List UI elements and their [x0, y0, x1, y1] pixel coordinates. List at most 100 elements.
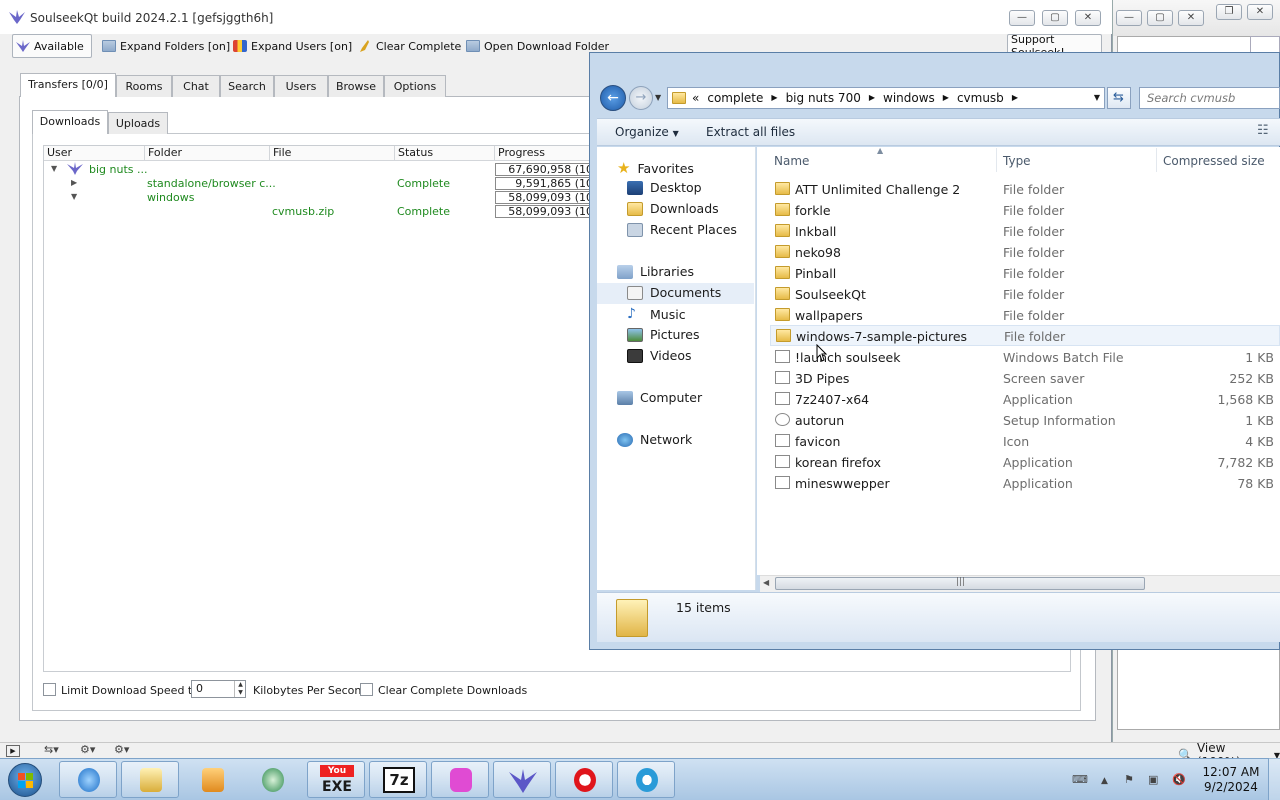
file-row-inkball[interactable]: Inkball File folder — [770, 221, 1280, 242]
settings-icon[interactable]: ⚙▾ — [114, 743, 129, 756]
show-hidden-icons-icon[interactable]: ▲ — [1101, 776, 1108, 786]
refresh-button[interactable]: ⇆ — [1107, 87, 1131, 109]
back-button[interactable]: ← — [600, 85, 626, 111]
breadcrumb-windows[interactable]: windows — [883, 91, 935, 105]
file-row-soulseekqt[interactable]: SoulseekQt File folder — [770, 284, 1280, 305]
column-header-folder[interactable]: Folder — [145, 146, 270, 161]
taskbar-youtube-exe[interactable]: You EXE — [307, 761, 365, 798]
breadcrumb-cvmusb[interactable]: cvmusb — [957, 91, 1004, 105]
nav-downloads[interactable]: Downloads — [627, 201, 719, 216]
transfer-user[interactable]: big nuts ... — [89, 163, 148, 176]
nav-favorites[interactable]: ★ Favorites — [617, 159, 694, 177]
subtab-uploads[interactable]: Uploads — [108, 112, 168, 134]
tab-users[interactable]: Users — [274, 75, 328, 97]
file-row-launch-soulseek[interactable]: !launch soulseek Windows Batch File 1 KB — [770, 347, 1280, 368]
transfer-folder[interactable]: windows — [147, 191, 194, 204]
bg-minimize-button[interactable]: — — [1116, 10, 1142, 26]
history-dropdown-icon[interactable]: ▼ — [655, 93, 661, 102]
tab-rooms[interactable]: Rooms — [116, 75, 172, 97]
clock[interactable]: 12:07 AM 9/2/2024 — [1196, 765, 1266, 797]
share-icon[interactable]: ⇆▾ — [44, 743, 59, 756]
file-row-windows-7-sample-pictures[interactable]: windows-7-sample-pictures File folder — [770, 325, 1280, 346]
expand-arrow-icon[interactable]: ▶ — [71, 178, 77, 187]
start-button[interactable] — [2, 760, 48, 800]
forward-button[interactable]: → — [629, 86, 653, 110]
file-row-att-unlimited[interactable]: ATT Unlimited Challenge 2 File folder — [770, 179, 1280, 200]
taskbar-neko[interactable] — [431, 761, 489, 798]
search-input[interactable]: Search cvmusb — [1139, 87, 1280, 109]
network-icon[interactable]: ⚙▾ — [80, 743, 95, 756]
close-button[interactable]: ✕ — [1075, 10, 1101, 26]
taskbar-explorer[interactable] — [121, 761, 179, 798]
collapse-arrow-icon[interactable]: ▼ — [51, 164, 57, 173]
nav-pictures[interactable]: Pictures — [627, 327, 700, 342]
file-row-wallpapers[interactable]: wallpapers File folder — [770, 305, 1280, 326]
bg-close-button[interactable]: ✕ — [1178, 10, 1204, 26]
breadcrumb-overflow[interactable]: « — [692, 91, 699, 105]
breadcrumb-separator-icon[interactable]: ▶ — [771, 91, 777, 105]
minimize-button[interactable]: — — [1009, 10, 1035, 26]
column-header-user[interactable]: User — [44, 146, 145, 161]
clear-complete-button[interactable]: Clear Complete — [355, 34, 464, 58]
nav-recent-places[interactable]: Recent Places — [627, 222, 737, 237]
show-desktop-button[interactable] — [1268, 758, 1280, 800]
file-row-favicon[interactable]: favicon Icon 4 KB — [770, 431, 1280, 452]
file-row-7z2407[interactable]: 7z2407-x64 Application 1,568 KB — [770, 389, 1280, 410]
nav-documents[interactable]: Documents — [627, 285, 721, 300]
clear-complete-downloads-checkbox[interactable] — [360, 683, 373, 696]
address-bar[interactable]: « complete ▶ big nuts 700 ▶ windows ▶ cvmus… — [667, 87, 1105, 109]
taskbar-app[interactable] — [617, 761, 675, 798]
bg2-close-button[interactable]: ✕ — [1247, 4, 1273, 20]
transfer-folder[interactable]: standalone/browser c... — [147, 177, 276, 190]
subtab-downloads[interactable]: Downloads — [32, 110, 108, 134]
taskbar-7zip[interactable]: 7z — [369, 761, 427, 798]
column-header-file[interactable]: File — [270, 146, 395, 161]
available-button[interactable]: Available — [12, 34, 92, 58]
breadcrumb-big-nuts[interactable]: big nuts 700 — [786, 91, 861, 105]
expand-users-button[interactable]: Expand Users [on] — [230, 34, 355, 58]
breadcrumb-separator-icon[interactable]: ▶ — [943, 91, 949, 105]
column-separator[interactable] — [1156, 148, 1157, 172]
nav-videos[interactable]: Videos — [627, 348, 692, 363]
tab-transfers[interactable]: Transfers [0/0] — [20, 73, 116, 97]
nav-libraries[interactable]: Libraries — [617, 264, 694, 279]
file-row-neko98[interactable]: neko98 File folder — [770, 242, 1280, 263]
file-row-forkle[interactable]: forkle File folder — [770, 200, 1280, 221]
collapse-arrow-icon[interactable]: ▼ — [71, 192, 77, 201]
network-tray-icon[interactable]: ▣ — [1148, 773, 1158, 786]
bg2-restore-button[interactable]: ❐ — [1216, 4, 1242, 20]
scroll-left-icon[interactable]: ◀ — [763, 578, 769, 587]
transfer-file[interactable]: cvmusb.zip — [272, 205, 334, 218]
file-row-3d-pipes[interactable]: 3D Pipes Screen saver 252 KB — [770, 368, 1280, 389]
action-center-flag-icon[interactable]: ⚑ — [1124, 773, 1134, 786]
expand-folders-button[interactable]: Expand Folders [on] — [99, 34, 233, 58]
limit-speed-checkbox[interactable] — [43, 683, 56, 696]
bg-maximize-button[interactable]: ▢ — [1147, 10, 1173, 26]
taskbar-opera[interactable] — [555, 761, 613, 798]
organize-button[interactable]: Organize ▼ — [615, 125, 679, 139]
taskbar-soulseek[interactable] — [493, 761, 551, 798]
taskbar-internet-explorer[interactable] — [59, 761, 117, 798]
nav-network[interactable]: Network — [617, 432, 692, 447]
file-row-korean-firefox[interactable]: korean firefox Application 7,782 KB — [770, 452, 1280, 473]
maximize-button[interactable]: ▢ — [1042, 10, 1068, 26]
scrollbar-thumb[interactable]: ||| — [775, 577, 1145, 590]
tab-search[interactable]: Search — [220, 75, 274, 97]
play-icon[interactable]: ▶ — [6, 745, 20, 757]
nav-computer[interactable]: Computer — [617, 390, 702, 405]
breadcrumb-separator-icon[interactable]: ▶ — [869, 91, 875, 105]
nav-desktop[interactable]: Desktop — [627, 180, 702, 195]
speed-spinner[interactable]: ▲ ▼ — [234, 681, 246, 697]
tab-browse[interactable]: Browse — [328, 75, 384, 97]
view-options-icon[interactable]: ☷ — [1257, 123, 1269, 138]
column-header-type[interactable]: Type — [1003, 154, 1031, 168]
taskbar-network-app[interactable] — [243, 761, 301, 798]
extract-all-button[interactable]: Extract all files — [706, 125, 795, 139]
tab-options[interactable]: Options — [384, 75, 446, 97]
column-header-compressed-size[interactable]: Compressed size — [1163, 154, 1265, 168]
file-row-pinball[interactable]: Pinball File folder — [770, 263, 1280, 284]
file-row-autorun[interactable]: autorun Setup Information 1 KB — [770, 410, 1280, 431]
keyboard-icon[interactable]: ⌨ — [1072, 773, 1088, 786]
breadcrumb-complete[interactable]: complete — [707, 91, 763, 105]
tab-chat[interactable]: Chat — [172, 75, 220, 97]
